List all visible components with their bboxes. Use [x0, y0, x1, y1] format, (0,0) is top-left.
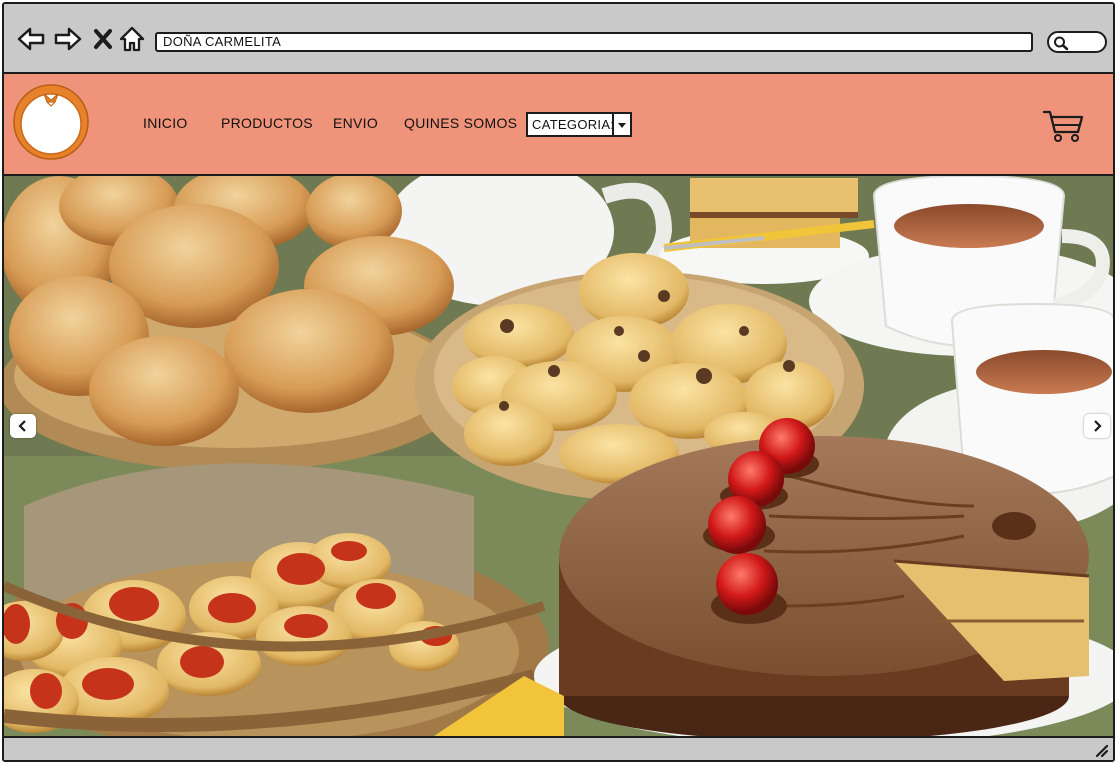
home-button[interactable] [117, 24, 147, 54]
category-dropdown-value: CATEGORIA: [532, 117, 615, 132]
status-bar [4, 736, 1113, 760]
site-header: INICIO PRODUCTOS ENVIO QUINES SOMOS CATE… [4, 74, 1113, 176]
carousel-prev-button[interactable] [10, 414, 36, 438]
nav-inicio[interactable]: INICIO [143, 115, 188, 131]
nav-envio[interactable]: ENVIO [333, 115, 378, 131]
back-button[interactable] [16, 24, 46, 54]
shopping-cart-icon[interactable] [1042, 108, 1084, 144]
bakery-food-image [4, 176, 1113, 738]
forward-arrow-icon [54, 27, 82, 51]
close-icon [94, 29, 112, 49]
chevron-right-icon [1094, 420, 1102, 432]
hero-carousel [4, 176, 1113, 738]
carousel-next-button[interactable] [1084, 414, 1110, 438]
home-icon [119, 26, 145, 52]
resize-grip-icon[interactable] [1093, 742, 1109, 758]
chevron-down-icon [612, 114, 630, 135]
chevron-left-icon [18, 420, 26, 432]
forward-button[interactable] [53, 24, 83, 54]
browser-search-field[interactable] [1047, 31, 1107, 53]
browser-toolbar: DOÑA CARMELITA [4, 4, 1113, 74]
address-bar[interactable]: DOÑA CARMELITA [155, 32, 1033, 52]
category-dropdown[interactable]: CATEGORIA: [526, 112, 632, 137]
nav-productos[interactable]: PRODUCTOS [221, 115, 313, 131]
browser-window: DOÑA CARMELITA INICIO PRODUCTOS ENVIO QU… [2, 2, 1115, 762]
search-icon [1054, 36, 1069, 51]
back-arrow-icon [17, 27, 45, 51]
orange-logo-icon[interactable] [11, 82, 91, 162]
nav-quienes-somos[interactable]: QUINES SOMOS [404, 115, 517, 131]
stop-button[interactable] [88, 24, 118, 54]
